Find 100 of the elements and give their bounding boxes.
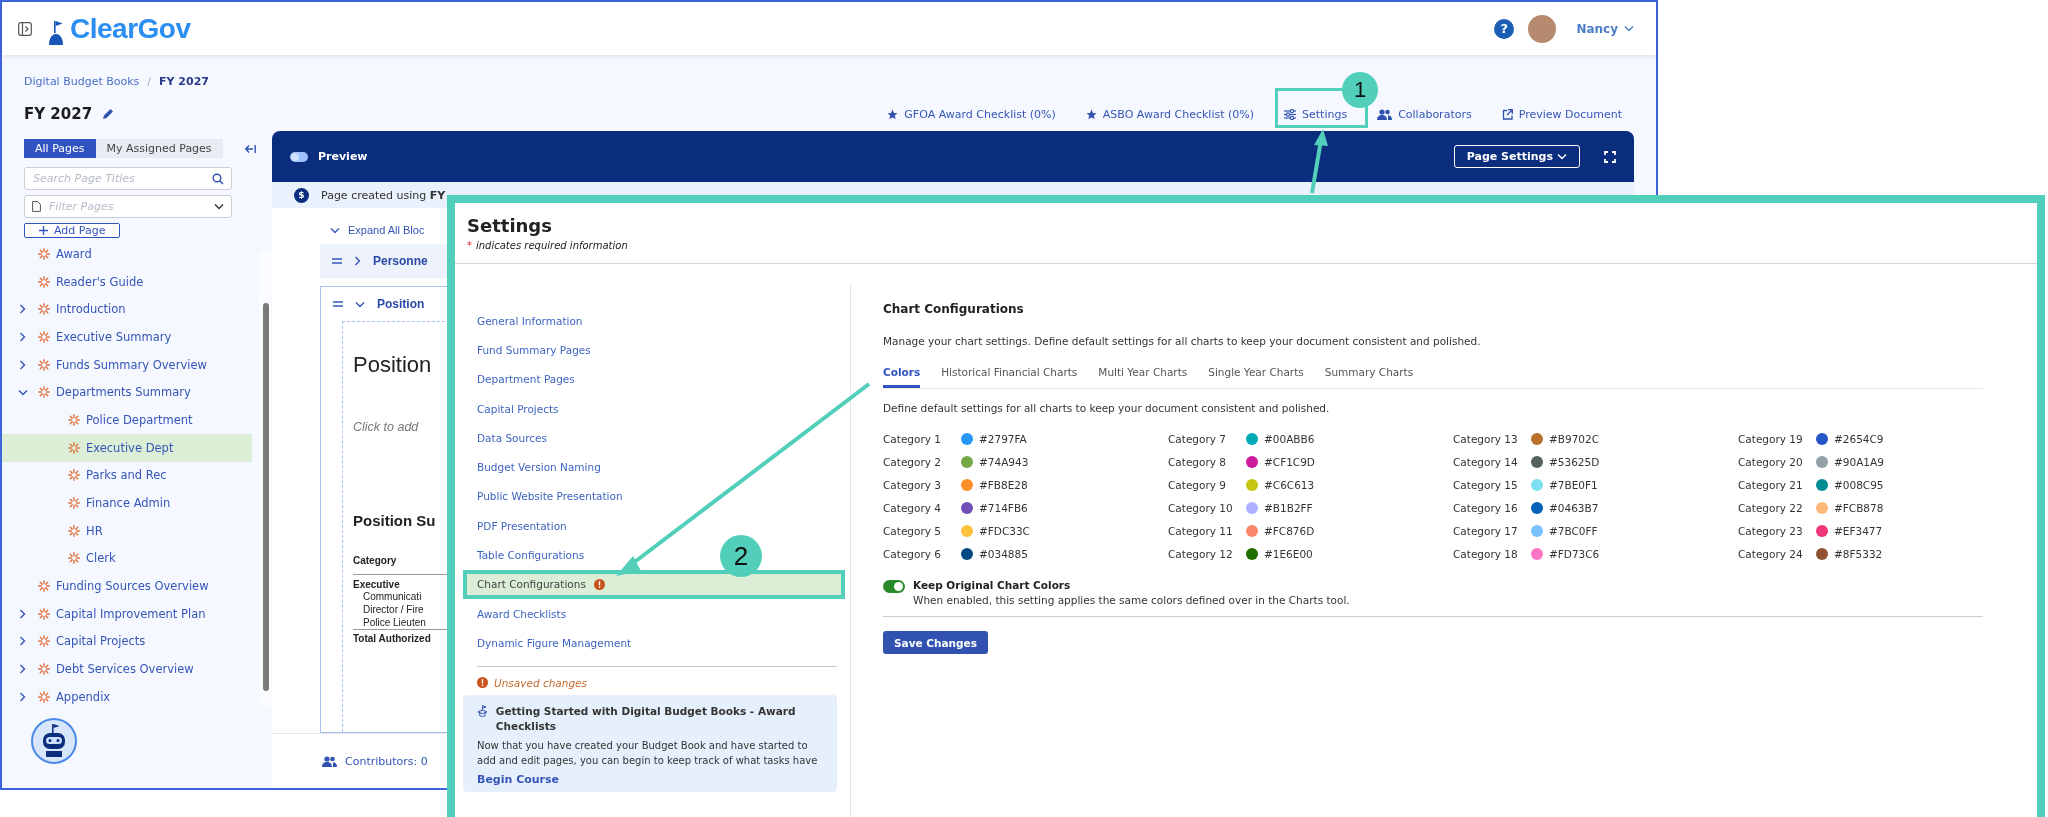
chevron-down-icon [1624, 25, 1634, 32]
color-swatch[interactable] [1816, 478, 1828, 491]
sidebar-toggle-icon[interactable] [18, 21, 32, 36]
preview-toggle[interactable] [290, 151, 308, 162]
color-swatch[interactable] [1531, 478, 1543, 491]
color-swatch[interactable] [1816, 524, 1828, 537]
info-message: Page created using FY [321, 188, 446, 202]
settings-menu-item[interactable]: Public Website Presentation [463, 481, 845, 512]
chart-settings-tab[interactable]: Colors [883, 366, 921, 388]
tree-item[interactable]: Appendix [2, 683, 252, 711]
status-icon [68, 497, 80, 510]
begin-course-link[interactable]: Begin Course [477, 772, 824, 786]
add-page-button[interactable]: Add Page [24, 223, 120, 238]
color-swatch[interactable] [1816, 501, 1828, 514]
tree-item[interactable]: Funding Sources Overview [2, 572, 252, 600]
color-swatch[interactable] [961, 547, 973, 560]
settings-menu-item[interactable]: Fund Summary Pages [463, 335, 845, 365]
chart-settings-tab[interactable]: Summary Charts [1324, 366, 1414, 388]
color-swatch[interactable] [1531, 432, 1543, 445]
drag-handle-icon[interactable] [332, 258, 342, 264]
chevron-down-icon [330, 226, 340, 234]
tree-item[interactable]: Executive Dept [2, 433, 252, 462]
page-filter-tab[interactable]: My Assigned Pages [95, 139, 223, 158]
toolbar-link[interactable]: GFOA Award Checklist (0%) [887, 107, 1056, 121]
tree-item[interactable]: Debt Services Overview [2, 655, 252, 683]
color-swatch[interactable] [961, 524, 973, 537]
tree-item[interactable]: Finance Admin [2, 489, 252, 517]
color-swatch[interactable] [1246, 547, 1258, 560]
tree-item[interactable]: Reader's Guide [2, 267, 252, 296]
tree-item[interactable]: Capital Projects [2, 627, 252, 656]
chart-settings-tab[interactable]: Multi Year Charts [1098, 366, 1188, 388]
color-swatch[interactable] [1246, 524, 1258, 537]
chart-settings-tab[interactable]: Single Year Charts [1208, 366, 1304, 388]
breadcrumb-link[interactable]: Digital Budget Books [24, 75, 140, 88]
toolbar-link[interactable]: Collaborators [1377, 107, 1472, 121]
tree-item[interactable]: Funds Summary Overview [2, 350, 252, 379]
tree-item[interactable]: Capital Improvement Plan [2, 599, 252, 628]
help-button[interactable]: ? [1494, 18, 1515, 39]
color-swatch[interactable] [1816, 547, 1828, 560]
settings-menu-item[interactable]: Data Sources [463, 423, 845, 453]
status-icon [38, 580, 50, 593]
color-swatch[interactable] [1531, 547, 1543, 560]
status-icon [68, 469, 80, 482]
chatbot-icon[interactable] [31, 718, 77, 764]
page-settings-button[interactable]: Page Settings [1453, 145, 1580, 168]
settings-menu-item[interactable]: Department Pages [463, 364, 845, 394]
color-swatch[interactable] [1246, 432, 1258, 445]
color-swatch[interactable] [1816, 455, 1828, 468]
color-swatch[interactable] [961, 455, 973, 468]
color-swatch[interactable] [1246, 478, 1258, 491]
toolbar-link[interactable]: Preview Document [1501, 107, 1622, 121]
tree-item[interactable]: Clerk [2, 544, 252, 573]
drag-handle-icon[interactable] [333, 301, 343, 307]
color-swatch[interactable] [1531, 501, 1543, 514]
pencil-icon[interactable] [102, 108, 115, 120]
user-menu[interactable]: Nancy [1570, 20, 1640, 37]
settings-menu-item[interactable]: Capital Projects [463, 393, 845, 424]
settings-menu-item[interactable]: Dynamic Figure Management [463, 628, 845, 658]
table-cell: Communicati [363, 590, 422, 603]
toolbar-link[interactable]: Settings [1284, 107, 1348, 121]
color-swatch[interactable] [961, 478, 973, 491]
chart-settings-tab[interactable]: Historical Financial Charts [941, 366, 1078, 388]
color-value: #008C95 [1834, 478, 1884, 491]
contributors-count[interactable]: Contributors: 0 [345, 754, 428, 768]
tree-item[interactable]: Departments Summary [2, 378, 252, 407]
settings-menu-item[interactable]: Chart Configurations [463, 569, 845, 599]
page-title: FY 2027 [24, 105, 93, 123]
expand-all-link[interactable]: Expand All Bloc [330, 224, 425, 236]
color-value: #FDC33C [979, 524, 1030, 537]
color-value: #FCB878 [1834, 501, 1884, 514]
scrollbar-thumb[interactable] [263, 303, 269, 691]
search-field[interactable]: Search Page Titles [24, 167, 232, 190]
color-swatch[interactable] [1246, 455, 1258, 468]
page-filter-tab[interactable]: All Pages [24, 139, 96, 158]
tree-item[interactable]: Executive Summary [2, 323, 252, 351]
section-title: Position Su [353, 512, 436, 529]
filter-dropdown[interactable]: Filter Pages [24, 195, 232, 218]
color-swatch[interactable] [1816, 432, 1828, 445]
tree-item[interactable]: Award [2, 240, 252, 268]
color-swatch[interactable] [1531, 455, 1543, 468]
avatar[interactable] [1528, 14, 1557, 43]
tree-item[interactable]: Police Department [2, 406, 252, 434]
tree-item[interactable]: HR [2, 516, 252, 545]
people-icon [1377, 108, 1393, 120]
settings-menu-item[interactable]: Award Checklists [463, 598, 845, 629]
toolbar-link[interactable]: ASBO Award Checklist (0%) [1085, 107, 1254, 121]
color-swatch[interactable] [961, 501, 973, 514]
table-total: Total Authorized [353, 632, 431, 644]
placeholder-text[interactable]: Click to add [353, 420, 419, 434]
color-swatch[interactable] [1531, 524, 1543, 537]
collapse-panel-icon[interactable] [244, 143, 256, 154]
keep-colors-toggle[interactable] [883, 580, 905, 593]
settings-menu-item[interactable]: Budget Version Naming [463, 452, 845, 482]
color-swatch[interactable] [1246, 501, 1258, 514]
tree-item[interactable]: Introduction [2, 295, 252, 324]
color-swatch[interactable] [961, 432, 973, 445]
save-button[interactable]: Save Changes [883, 631, 988, 654]
settings-menu-item[interactable]: General Information [463, 306, 845, 336]
fullscreen-icon[interactable] [1604, 150, 1616, 163]
tree-item[interactable]: Parks and Rec [2, 461, 252, 490]
